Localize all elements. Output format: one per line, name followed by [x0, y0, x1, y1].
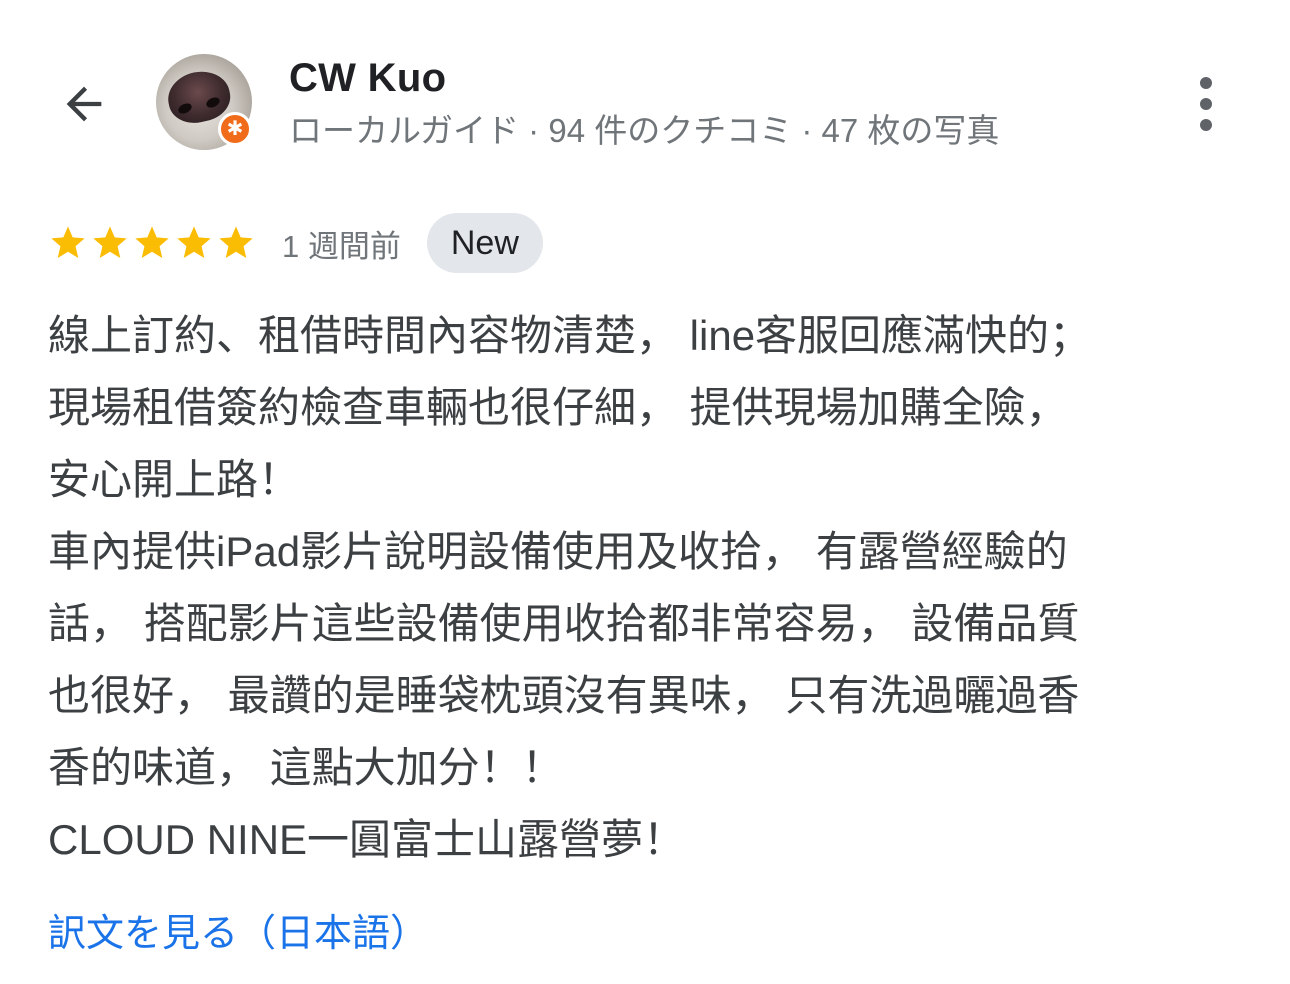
user-meta: ローカルガイド · 94 件のクチコミ · 47 枚の写真	[289, 112, 1000, 149]
back-button[interactable]	[50, 70, 118, 138]
review-text-line: 也很好， 最讚的是睡袋枕頭沒有異味， 只有洗過曬過香	[48, 672, 1080, 719]
rating-row: 1 週間前 New	[48, 212, 543, 274]
star-icon	[51, 226, 85, 258]
star-icon	[135, 226, 169, 258]
review-text-line: 線上訂約、租借時間內容物清楚， line客服回應滿快的；	[48, 312, 1092, 359]
see-translation-link[interactable]: 訳文を見る（日本語）	[48, 902, 428, 957]
review-text-line: CLOUD NINE一圓富士山露營夢！	[48, 816, 686, 863]
star-rating	[48, 223, 256, 263]
review-text-line: 話， 搭配影片這些設備使用收拾都非常容易， 設備品質	[48, 600, 1080, 647]
more-options-button[interactable]	[1182, 70, 1230, 138]
avatar[interactable]: ✱	[156, 54, 252, 150]
more-vert-icon	[1200, 77, 1212, 89]
star-icon	[177, 226, 211, 258]
user-name[interactable]: CW Kuo	[289, 56, 446, 101]
review-text-line: 車內提供iPad影片說明設備使用及收拾， 有露營經驗的	[48, 528, 1068, 575]
review-time: 1 週間前	[282, 228, 401, 264]
local-guide-star-icon: ✱	[218, 112, 252, 146]
arrow-left-icon	[66, 86, 102, 122]
star-icon	[93, 226, 127, 258]
review-text: 線上訂約、租借時間內容物清楚， line客服回應滿快的； 現場租借簽約檢查車輛也很…	[48, 300, 1248, 876]
new-badge: New	[426, 213, 543, 273]
review-text-line: 安心開上路！	[48, 456, 301, 503]
star-icon	[219, 226, 253, 258]
review-text-line: 現場租借簽約檢查車輛也很仔細， 提供現場加購全險，	[48, 384, 1068, 431]
review-text-line: 香的味道， 這點大加分！！	[48, 744, 564, 791]
